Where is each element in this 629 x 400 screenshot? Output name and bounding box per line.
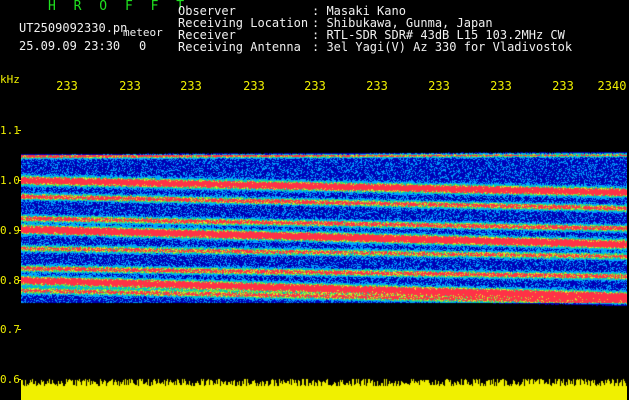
x-tick-label: 233 <box>243 79 265 93</box>
y-tick-label: 0.7 <box>0 323 20 336</box>
x-tick-label: 233 <box>56 79 78 93</box>
antenna-value: : 3el Yagi(V) Az 330 for Vladivostok <box>312 40 573 54</box>
y-tick-label: 1.1 <box>0 124 20 137</box>
observation-datetime: 25.09.09 23:30 <box>19 39 121 53</box>
x-tick-label: 233 <box>304 79 326 93</box>
x-tick-label: 233 <box>119 79 141 93</box>
y-tick-label: 1.0 <box>0 174 20 187</box>
meteor-label: meteor <box>123 26 163 39</box>
y-tick-label: 0.9 <box>0 224 20 237</box>
x-tick-label: 233 <box>366 79 388 93</box>
spectrogram-canvas <box>21 118 627 400</box>
y-tick-label: 0.8 <box>0 274 20 287</box>
x-tick-label: 2340 <box>597 79 627 93</box>
antenna-label: Receiving Antenna <box>178 40 301 54</box>
file-name: UT2509092330.pn <box>19 21 128 35</box>
app-title: H R O F F T <box>48 0 190 14</box>
x-tick-label: 233 <box>180 79 202 93</box>
x-tick-label: 233 <box>428 79 450 93</box>
x-tick-label: 233 <box>552 79 574 93</box>
y-tick-label: 0.6 <box>0 373 20 386</box>
x-tick-label: 233 <box>490 79 512 93</box>
meteor-count: 0 <box>139 39 147 53</box>
y-axis-unit: kHz <box>0 73 20 86</box>
